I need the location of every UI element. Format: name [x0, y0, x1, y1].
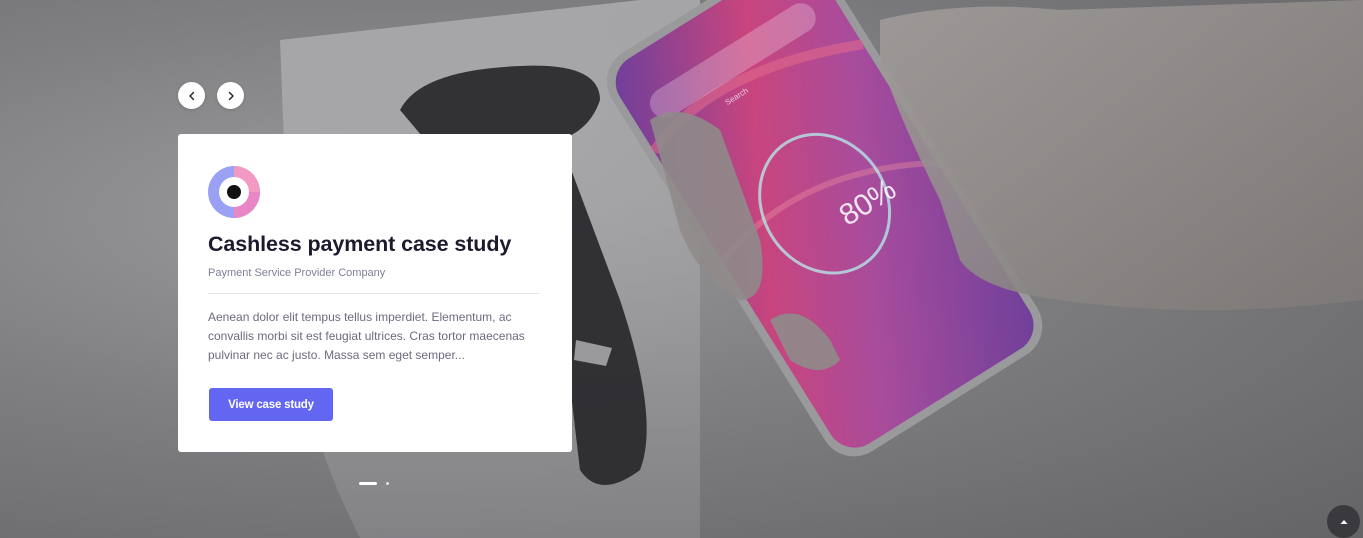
scroll-to-top-button[interactable] — [1327, 505, 1360, 538]
slider-next-button[interactable] — [217, 82, 244, 109]
pagination-dot-1[interactable] — [359, 482, 377, 485]
chevron-up-icon — [1340, 519, 1347, 524]
card-subtitle: Payment Service Provider Company — [208, 267, 386, 279]
eye-logo-icon — [208, 166, 260, 218]
slider-prev-button[interactable] — [178, 82, 205, 109]
case-study-card: Cashless payment case study Payment Serv… — [178, 134, 572, 452]
slider-pagination — [359, 482, 389, 485]
chevron-right-icon — [228, 91, 234, 100]
hero-slider: 80% Search Cashless payment case study P… — [0, 0, 1363, 538]
pagination-dot-2[interactable] — [386, 482, 389, 485]
chevron-left-icon — [188, 91, 194, 100]
card-description: Aenean dolor elit tempus tellus imperdie… — [208, 310, 525, 362]
view-case-study-button[interactable]: View case study — [209, 388, 333, 421]
card-divider — [208, 293, 540, 294]
card-title: Cashless payment case study — [208, 232, 512, 256]
